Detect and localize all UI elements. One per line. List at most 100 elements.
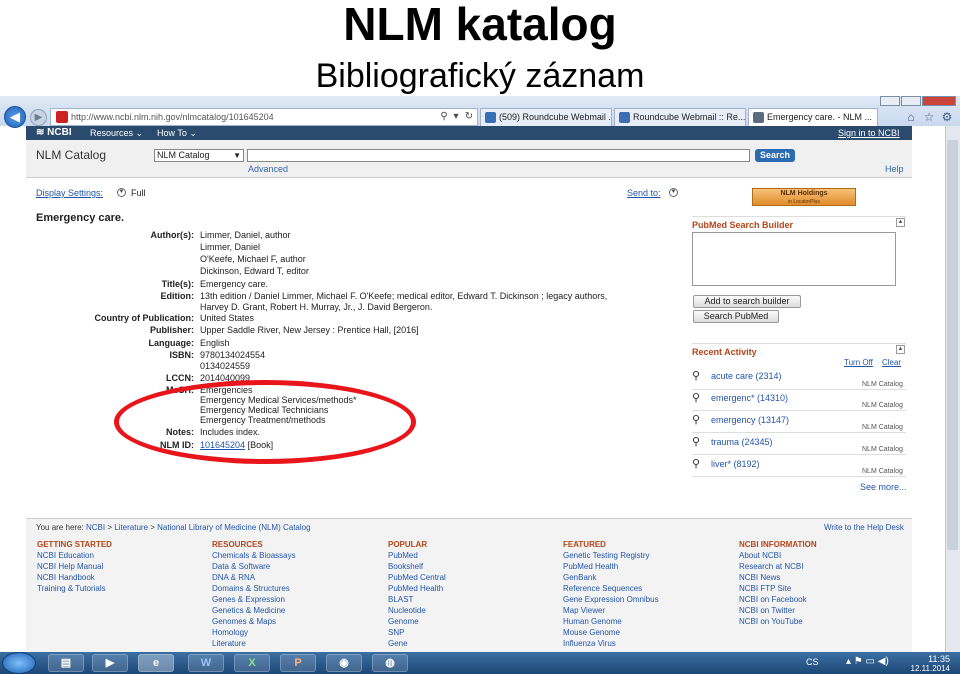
footer-link[interactable]: Domains & Structures — [212, 584, 290, 593]
footer-link[interactable]: PubMed — [388, 551, 418, 560]
footer-link[interactable]: Genomes & Maps — [212, 617, 276, 626]
clear-link[interactable]: Clear — [882, 358, 901, 367]
footer-link[interactable]: PubMed Health — [563, 562, 618, 571]
refresh-icon[interactable]: ↻ — [461, 109, 477, 125]
slide-subtitle: Bibliografický záznam — [315, 57, 645, 95]
footer-link[interactable]: PubMed Health — [388, 584, 443, 593]
footer-link[interactable]: Human Genome — [563, 617, 622, 626]
scrollbar-thumb[interactable] — [947, 140, 958, 550]
clock-date[interactable]: 12.11.2014 — [903, 664, 950, 673]
tab-emergency-care[interactable]: Emergency care. - NLM ... — [748, 108, 878, 126]
site-favicon-icon — [56, 111, 68, 123]
resources-menu[interactable]: Resources ⌄ — [90, 128, 143, 139]
footer-link[interactable]: Homology — [212, 628, 248, 637]
footer-link[interactable]: NCBI Help Manual — [37, 562, 103, 571]
search-button[interactable]: Search — [755, 149, 795, 162]
recent-query-link[interactable]: trauma (24345) — [711, 437, 773, 447]
howto-menu[interactable]: How To ⌄ — [157, 128, 197, 139]
address-bar[interactable]: http://www.ncbi.nlm.nih.gov/nlmcatalog/1… — [50, 108, 478, 126]
advanced-search-link[interactable]: Advanced — [248, 164, 288, 174]
footer-link[interactable]: Literature — [212, 639, 246, 648]
footer-link[interactable]: Map Viewer — [563, 606, 605, 615]
help-desk-link[interactable]: Write to the Help Desk — [824, 523, 904, 532]
explorer-folder-icon[interactable]: ▤ — [48, 654, 84, 672]
clock-time[interactable]: 11:35 — [910, 654, 950, 664]
field-label-language: Language: — [148, 338, 194, 348]
footer-link[interactable]: NCBI on YouTube — [739, 617, 803, 626]
footer-link[interactable]: About NCBI — [739, 551, 781, 560]
ncbi-logo[interactable]: ≋ NCBI — [36, 127, 72, 138]
footer-link[interactable]: NCBI Handbook — [37, 573, 95, 582]
media-player-icon[interactable]: ▶ — [92, 654, 128, 672]
footer-link[interactable]: Gene — [388, 639, 408, 648]
footer-link[interactable]: Genes & Expression — [212, 595, 285, 604]
close-window-button[interactable] — [922, 96, 956, 106]
display-settings-link[interactable]: Display Settings: — [36, 188, 103, 198]
footer-link[interactable]: PubMed Central — [388, 573, 446, 582]
internet-explorer-icon[interactable]: e — [138, 654, 174, 672]
chevron-down-icon[interactable]: ▼ — [669, 188, 678, 197]
excel-icon[interactable]: X — [234, 654, 270, 672]
tab-roundcube-1[interactable]: (509) Roundcube Webmail ... — [480, 108, 612, 126]
home-icon[interactable]: ⌂ — [904, 110, 918, 124]
start-button[interactable] — [2, 652, 36, 674]
forward-arrow-icon[interactable]: ▶ — [30, 109, 47, 126]
footer-link[interactable]: SNP — [388, 628, 404, 637]
footer-link[interactable]: Research at NCBI — [739, 562, 803, 571]
footer-link[interactable]: NCBI on Facebook — [739, 595, 807, 604]
footer-link[interactable]: NCBI News — [739, 573, 780, 582]
footer-link[interactable]: GenBank — [563, 573, 596, 582]
chevron-down-icon[interactable]: ▼ — [117, 188, 126, 197]
footer-link[interactable]: Genetic Testing Registry — [563, 551, 650, 560]
tab-roundcube-2[interactable]: Roundcube Webmail :: Re... — [614, 108, 746, 126]
footer-link[interactable]: NCBI FTP Site — [739, 584, 791, 593]
chrome-icon[interactable]: ◉ — [326, 654, 362, 672]
footer-link[interactable]: Gene Expression Omnibus — [563, 595, 659, 604]
language-indicator[interactable]: CS — [806, 657, 819, 667]
recent-query-source: NLM Catalog — [862, 468, 903, 475]
nlm-holdings-button[interactable]: NLM Holdings in LocatorPlus — [752, 188, 856, 206]
database-select[interactable]: NLM Catalog — [154, 149, 244, 162]
search-pubmed-button[interactable]: Search PubMed — [693, 310, 779, 323]
footer-link[interactable]: Bookshelf — [388, 562, 423, 571]
collapse-icon[interactable]: ▲ — [896, 218, 905, 227]
search-builder-textarea[interactable] — [692, 232, 896, 286]
search-input[interactable] — [247, 149, 750, 162]
breadcrumb-item[interactable]: National Library of Medicine (NLM) Catal… — [157, 523, 310, 532]
footer-link[interactable]: Genetics & Medicine — [212, 606, 285, 615]
footer-link[interactable]: Genome — [388, 617, 419, 626]
footer-link[interactable]: NCBI Education — [37, 551, 94, 560]
maximize-button[interactable] — [901, 96, 921, 106]
sign-in-link[interactable]: Sign in to NCBI — [838, 128, 900, 138]
collapse-icon[interactable]: ▲ — [896, 345, 905, 354]
recent-query-link[interactable]: liver* (8192) — [711, 459, 760, 469]
settings-gear-icon[interactable]: ⚙ — [940, 110, 954, 124]
footer-link[interactable]: Nucleotide — [388, 606, 426, 615]
footer-link[interactable]: Influenza Virus — [563, 639, 616, 648]
footer-link[interactable]: Reference Sequences — [563, 584, 642, 593]
footer-link[interactable]: DNA & RNA — [212, 573, 255, 582]
breadcrumb-item[interactable]: Literature — [114, 523, 148, 532]
recent-query-link[interactable]: acute care (2314) — [711, 371, 782, 381]
add-to-search-builder-button[interactable]: Add to search builder — [693, 295, 801, 308]
recent-query-link[interactable]: emergenc* (14310) — [711, 393, 788, 403]
breadcrumb-item[interactable]: NCBI — [86, 523, 105, 532]
system-tray-icons[interactable]: ▴ ⚑ ▭ ◀) — [846, 656, 889, 667]
recent-query-link[interactable]: emergency (13147) — [711, 415, 789, 425]
turn-off-link[interactable]: Turn Off — [844, 358, 873, 367]
footer-link[interactable]: Chemicals & Bioassays — [212, 551, 296, 560]
firefox-icon[interactable]: ◍ — [372, 654, 408, 672]
footer-link[interactable]: BLAST — [388, 595, 413, 604]
footer-link[interactable]: Mouse Genome — [563, 628, 620, 637]
minimize-button[interactable] — [880, 96, 900, 106]
footer-link[interactable]: Data & Software — [212, 562, 270, 571]
help-link[interactable]: Help — [885, 164, 904, 174]
send-to-link[interactable]: Send to: — [627, 188, 661, 198]
word-icon[interactable]: W — [188, 654, 224, 672]
footer-link[interactable]: NCBI on Twitter — [739, 606, 795, 615]
favorites-star-icon[interactable]: ☆ — [922, 110, 936, 124]
back-arrow-icon[interactable]: ◀ — [4, 106, 26, 128]
footer-link[interactable]: Training & Tutorials — [37, 584, 106, 593]
powerpoint-icon[interactable]: P — [280, 654, 316, 672]
see-more-link[interactable]: See more... — [860, 482, 907, 492]
